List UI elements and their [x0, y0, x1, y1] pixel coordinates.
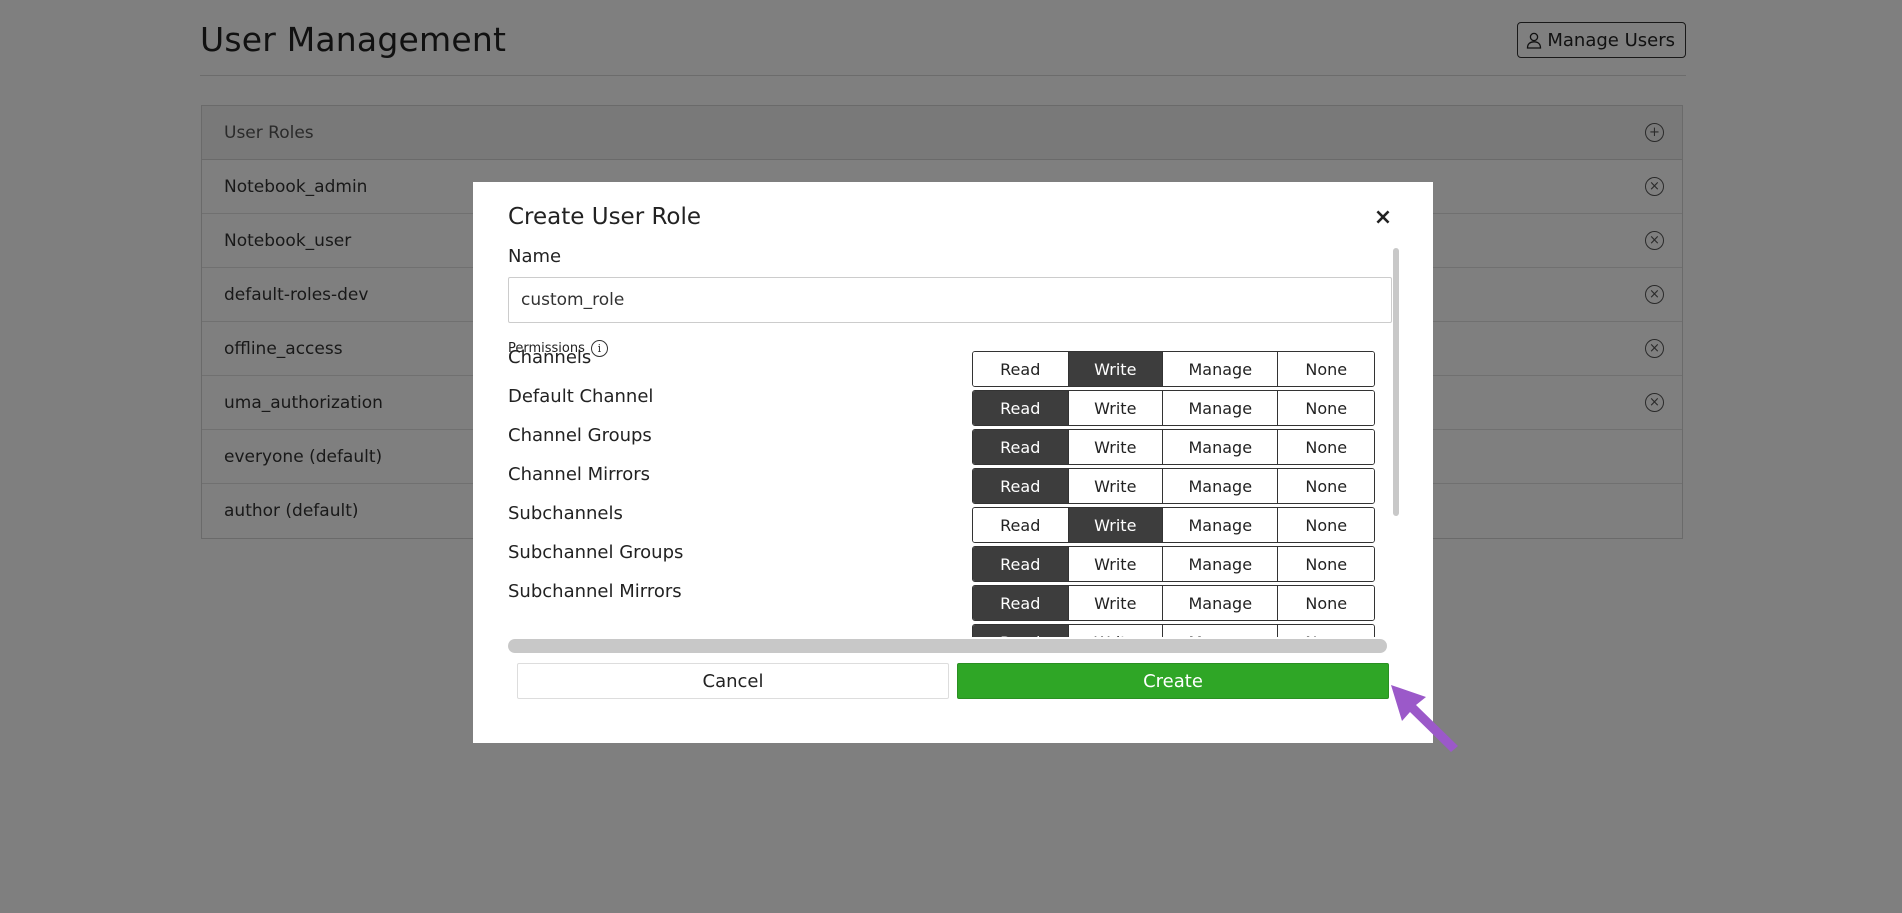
permission-name: Subchannels: [508, 503, 623, 524]
horizontal-scrollbar[interactable]: [508, 639, 1387, 653]
vertical-scrollbar[interactable]: [1393, 248, 1399, 516]
name-label: Name: [508, 246, 562, 267]
option-manage[interactable]: Manage: [1163, 625, 1279, 637]
option-write[interactable]: Write: [1068, 430, 1164, 464]
option-manage[interactable]: Manage: [1163, 430, 1279, 464]
option-none[interactable]: None: [1278, 547, 1374, 581]
dialog-scroll-area[interactable]: Name Permissions i ChannelsReadWriteMana…: [508, 246, 1402, 637]
option-none[interactable]: None: [1278, 391, 1374, 425]
option-read[interactable]: Read: [973, 469, 1069, 503]
permission-level-toggle: ReadWriteManageNone: [972, 429, 1375, 465]
option-none[interactable]: None: [1278, 586, 1374, 620]
permission-level-toggle: ReadWriteManageNone: [972, 390, 1375, 426]
permission-name: Subchannel Groups: [508, 542, 684, 563]
dialog-title: Create User Role: [508, 204, 702, 230]
permission-name: Default Channel: [508, 386, 654, 407]
option-read[interactable]: Read: [973, 625, 1069, 637]
option-none[interactable]: None: [1278, 469, 1374, 503]
permission-row: Subchannels Read Write Manage None: [508, 503, 1378, 543]
permission-level-toggle: ReadWriteManageNone: [972, 546, 1375, 582]
option-none[interactable]: None: [1278, 352, 1374, 386]
permission-level-toggle: ReadWriteManageNone: [972, 624, 1375, 637]
permission-row: Subchannel Mirrors Read Write Manage None: [508, 581, 1378, 621]
option-manage[interactable]: Manage: [1163, 352, 1279, 386]
permission-row: Default Channel Read Write Manage None: [508, 386, 1378, 426]
option-read[interactable]: Read: [973, 508, 1069, 542]
permission-row: Channel Groups Read Write Manage None: [508, 425, 1378, 465]
option-none[interactable]: None: [1278, 625, 1374, 637]
option-manage[interactable]: Manage: [1163, 469, 1279, 503]
option-write[interactable]: Write: [1068, 625, 1164, 637]
permission-row: Channel Mirrors Read Write Manage None: [508, 464, 1378, 504]
option-write[interactable]: Write: [1068, 391, 1164, 425]
permission-level-toggle: ReadWriteManageNone: [972, 468, 1375, 504]
permission-name: Channel Groups: [508, 425, 652, 446]
option-write[interactable]: Write: [1068, 586, 1164, 620]
option-write[interactable]: Write: [1068, 469, 1164, 503]
option-manage[interactable]: Manage: [1163, 547, 1279, 581]
permission-row: Channels Read Write Manage None: [508, 347, 1378, 387]
option-manage[interactable]: Manage: [1163, 586, 1279, 620]
permission-name: Subchannel Mirrors: [508, 581, 682, 602]
permission-row: Subchannel Groups Read Write Manage None: [508, 542, 1378, 582]
option-write[interactable]: Write: [1068, 508, 1164, 542]
create-user-role-dialog: Create User Role × Name Permissions i Ch…: [473, 182, 1433, 743]
permission-level-toggle: ReadWriteManageNone: [972, 507, 1375, 543]
option-read[interactable]: Read: [973, 586, 1069, 620]
option-write[interactable]: Write: [1068, 352, 1164, 386]
role-name-input[interactable]: [508, 277, 1392, 323]
permission-name: Channel Mirrors: [508, 464, 651, 485]
option-manage[interactable]: Manage: [1163, 391, 1279, 425]
permission-level-toggle: ReadWriteManageNone: [972, 351, 1375, 387]
permission-level-toggle: ReadWriteManageNone: [972, 585, 1375, 621]
option-write[interactable]: Write: [1068, 547, 1164, 581]
option-manage[interactable]: Manage: [1163, 508, 1279, 542]
option-read[interactable]: Read: [973, 391, 1069, 425]
permission-row: ReadWriteManageNone: [508, 624, 1378, 637]
option-read[interactable]: Read: [973, 352, 1069, 386]
option-read[interactable]: Read: [973, 430, 1069, 464]
option-none[interactable]: None: [1278, 430, 1374, 464]
close-icon[interactable]: ×: [1373, 207, 1393, 229]
permission-name: Channels: [508, 347, 592, 368]
create-button[interactable]: Create: [957, 663, 1389, 699]
cursor-arrow-icon: [1391, 685, 1458, 752]
option-read[interactable]: Read: [973, 547, 1069, 581]
cancel-button[interactable]: Cancel: [517, 663, 949, 699]
option-none[interactable]: None: [1278, 508, 1374, 542]
